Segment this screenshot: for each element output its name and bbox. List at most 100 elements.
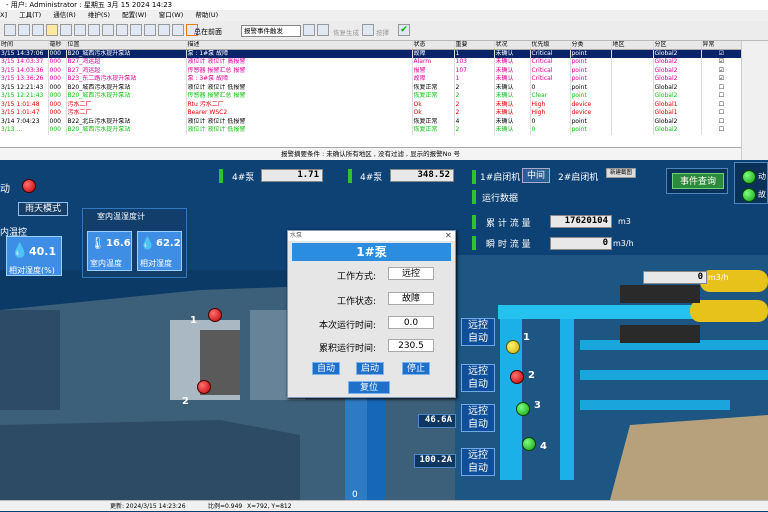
- col-state[interactable]: 状态: [412, 41, 455, 50]
- export-icon[interactable]: [102, 24, 114, 36]
- sound-icon[interactable]: [158, 24, 170, 36]
- close-icon[interactable]: ✕: [445, 231, 452, 240]
- menu-item-window[interactable]: 窗口(W): [159, 10, 184, 21]
- col-abnormal[interactable]: 异常: [701, 41, 741, 50]
- check-icon[interactable]: ✔: [398, 24, 410, 36]
- cell-zone: Global2: [653, 49, 702, 58]
- table-row[interactable]: 3/15 12:21:43 000 B20_城西污水提升泵站 液位计 液位计 低报警恢…: [0, 83, 741, 92]
- cell-desc: Rtu 污水二厂: [186, 100, 413, 109]
- menu-bar: X] 工具(T) 通信(R) 维护(S) 配置(W) 窗口(W) 帮助(U): [0, 10, 768, 21]
- pump4-b-label: 4#泵: [360, 173, 383, 183]
- cell-desc: 传感器 报警汇总 报警: [186, 66, 413, 75]
- pump4-mode-button[interactable]: 远控 自动: [461, 448, 495, 476]
- start-button[interactable]: 启动: [356, 362, 384, 375]
- pump1-led: [506, 340, 520, 354]
- table-row[interactable]: 3/15 1:01:47 000 污水二厂 Bearer WSC2 Ok 2 未确认 High…: [0, 109, 741, 118]
- col-ms[interactable]: 毫秒: [48, 41, 67, 50]
- cell-pri: 0: [530, 83, 571, 92]
- col-location[interactable]: 位置: [66, 41, 187, 50]
- stop-button[interactable]: 停止: [402, 362, 430, 375]
- col-area[interactable]: 地区: [611, 41, 654, 50]
- play-button[interactable]: 按擇: [376, 27, 389, 37]
- cell-state: 报警: [412, 66, 455, 75]
- cell-chk: ☑: [701, 75, 741, 84]
- temp-tile: 🌡 16.6 室内温度: [87, 231, 132, 271]
- table-row[interactable]: 3/15 13:36:26 000 B23_东二路污水提升泵站泵 : 3#泵 故障故…: [0, 75, 741, 84]
- dialog-title: 水泵: [288, 231, 455, 241]
- menu-item-maint[interactable]: 维护(S): [88, 10, 110, 21]
- auto-button[interactable]: 自动: [312, 362, 340, 375]
- filter-select[interactable]: 报警事件触发: [241, 25, 301, 37]
- cell-ms: 000: [48, 49, 67, 58]
- mid-button[interactable]: 中间: [522, 168, 550, 183]
- grid-icon[interactable]: [317, 24, 329, 36]
- table-row[interactable]: 3/15 14:03:36 000 B27_鸿运超 传感器 报警汇总 报警 报警 107 未…: [0, 66, 741, 75]
- cell-desc: 液位计 液位计 低报警: [186, 126, 413, 135]
- table-row[interactable]: 3/13 ... 000 B20_城西污水提升泵站 液位计 液位计 低报警 恢复正常 2 未…: [0, 126, 741, 135]
- col-category[interactable]: 分类: [570, 41, 612, 50]
- dropdown-chevron-down-icon[interactable]: [303, 24, 315, 36]
- reset-button[interactable]: 复位: [348, 381, 390, 394]
- menu-item-help[interactable]: 帮助(U): [195, 10, 218, 21]
- menu-item-comm[interactable]: 通信(R): [53, 10, 76, 21]
- filter-icon[interactable]: [4, 24, 16, 36]
- instant-flow-label: 瞬 时 流 量: [486, 240, 531, 250]
- menu-item-close[interactable]: X]: [0, 10, 7, 21]
- ack-icon[interactable]: [172, 24, 184, 36]
- table-row[interactable]: 3/15 14:37:06 000 B20_城西污水提升泵站泵 : 1#泵 故障 故障…: [0, 49, 741, 58]
- folder-icon[interactable]: [46, 24, 58, 36]
- col-condition[interactable]: 状况: [494, 41, 531, 50]
- menu-item-tools[interactable]: 工具(T): [19, 10, 41, 21]
- col-priority[interactable]: 优先级: [530, 41, 571, 50]
- settings-icon[interactable]: [116, 24, 128, 36]
- front-label: 总在前面: [194, 28, 222, 36]
- rain-mode-button[interactable]: 雨天模式: [18, 202, 68, 216]
- pause-icon[interactable]: [362, 24, 374, 36]
- cell-chk: ☑: [701, 49, 741, 58]
- col-zone[interactable]: 分区: [653, 41, 702, 50]
- right-edge-label-2: 故: [758, 190, 766, 199]
- flow-unit: m3/h: [708, 273, 729, 282]
- instant-indicator: [472, 236, 476, 250]
- users-icon[interactable]: [130, 24, 142, 36]
- pump2-mode-button[interactable]: 远控 自动: [461, 364, 495, 392]
- status-led-left: [22, 179, 36, 193]
- cell-ms: 000: [48, 58, 67, 67]
- sort-icon[interactable]: [144, 24, 156, 36]
- pump3-mode-button[interactable]: 远控 自动: [461, 404, 495, 432]
- table-row[interactable]: 3/14 7:04:23 000 B22_北丘污水提升泵站 液位计 液位计 低报警 恢复…: [0, 117, 741, 126]
- pump3-led: [516, 402, 530, 416]
- pump1-mode-button[interactable]: 远控 自动: [461, 318, 495, 346]
- cell-area: [611, 117, 654, 126]
- menu-item-config[interactable]: 配置(W): [122, 10, 147, 21]
- cell-desc: 泵 : 3#泵 故障: [186, 75, 413, 84]
- cell-ms: 000: [48, 100, 67, 109]
- list-icon[interactable]: [74, 24, 86, 36]
- cell-cat: point: [570, 58, 612, 67]
- vertical-scrollbar[interactable]: [741, 41, 768, 160]
- event-query-button[interactable]: 事件查询: [672, 173, 724, 189]
- cell-chk: ☑: [701, 66, 741, 75]
- cell-loc: B23_东二路污水提升泵站: [66, 75, 187, 84]
- table-row[interactable]: 3/15 14:03:37 000 B27_鸿运超 液位计 液位计 高报警 Alarm 1…: [0, 58, 741, 67]
- cell-zone: Global2: [653, 75, 702, 84]
- table-row[interactable]: 3/15 12:21:43 000 B20_城西污水提升泵站 传感器 报警汇总 报警恢…: [0, 92, 741, 101]
- machine1-label: 1#启闭机: [480, 173, 521, 183]
- level-zero: 0: [352, 490, 358, 500]
- cell-ms: 000: [48, 75, 67, 84]
- pump4-indicator-a: [219, 169, 223, 183]
- col-time[interactable]: 时间: [0, 41, 49, 50]
- pump4-led: [522, 437, 536, 451]
- pump4-indicator-b: [348, 169, 352, 183]
- print-icon[interactable]: [32, 24, 44, 36]
- col-importance[interactable]: 重要: [454, 41, 495, 50]
- clear-icon[interactable]: [18, 24, 30, 36]
- cell-cond: 未确认: [494, 83, 531, 92]
- confirm-button[interactable]: 恢复生成: [333, 27, 359, 37]
- running-indicator: [472, 190, 476, 204]
- col-description[interactable]: 描述: [186, 41, 413, 50]
- columns-icon[interactable]: [88, 24, 100, 36]
- screenshot-badge[interactable]: 新建截图: [606, 168, 636, 178]
- table-row[interactable]: 3/15 1:01:48 000 污水二厂 Rtu 污水二厂 Ok 2 未确认 High dev…: [0, 100, 741, 109]
- refresh-icon[interactable]: [60, 24, 72, 36]
